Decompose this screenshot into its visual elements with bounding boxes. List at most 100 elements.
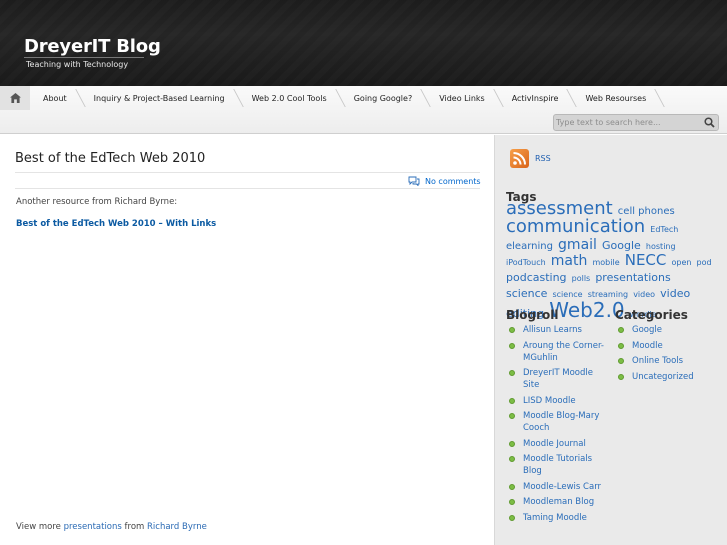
list-item[interactable]: Moodle-Lewis Carr bbox=[506, 481, 606, 493]
blogroll-heading: Blogroll bbox=[506, 308, 559, 322]
list-item[interactable]: Moodle Journal bbox=[506, 438, 606, 450]
list-item-label[interactable]: Taming Moodle bbox=[523, 512, 606, 524]
tag-link[interactable]: science bbox=[506, 287, 547, 300]
tag-link[interactable]: math bbox=[551, 253, 588, 269]
search-button[interactable] bbox=[702, 116, 716, 129]
nav-item-activinspire[interactable]: ActivInspire bbox=[499, 86, 573, 110]
author-link[interactable]: Richard Byrne bbox=[147, 522, 207, 532]
bullet-icon bbox=[509, 483, 515, 490]
tag-link[interactable]: video bbox=[633, 290, 655, 299]
tag-cloud: assessment cell phones communication EdT… bbox=[506, 200, 714, 322]
view-more-mid: from bbox=[121, 522, 148, 532]
nav-item-inquiry[interactable]: Inquiry & Project-Based Learning bbox=[81, 86, 239, 110]
bullet-icon bbox=[509, 342, 515, 349]
list-item[interactable]: Moodleman Blog bbox=[506, 496, 606, 508]
list-item-label[interactable]: Online Tools bbox=[632, 355, 715, 367]
site-header: DreyerIT Blog Teaching with Technology bbox=[0, 0, 727, 86]
tag-link[interactable]: polls bbox=[572, 274, 591, 283]
nav-item-about[interactable]: About bbox=[30, 86, 81, 110]
list-item[interactable]: DreyerIT Moodle Site bbox=[506, 367, 606, 391]
list-item-label[interactable]: Moodle Journal bbox=[523, 438, 606, 450]
tag-link[interactable]: NECC bbox=[625, 251, 667, 269]
search-icon bbox=[703, 117, 715, 128]
list-item-label[interactable]: Moodle Blog-Mary Cooch bbox=[523, 410, 606, 434]
nav-item-web20-tools[interactable]: Web 2.0 Cool Tools bbox=[239, 86, 341, 110]
bullet-icon bbox=[509, 440, 515, 447]
list-item[interactable]: Uncategorized bbox=[615, 371, 715, 383]
comment-bubble-icon bbox=[408, 176, 420, 186]
bullet-icon bbox=[509, 499, 515, 505]
bullet-icon bbox=[509, 370, 515, 376]
list-item-label[interactable]: Moodle bbox=[632, 340, 715, 352]
rss-icon bbox=[510, 149, 529, 168]
list-item[interactable]: Taming Moodle bbox=[506, 512, 606, 524]
bullet-icon bbox=[509, 327, 515, 333]
search-input[interactable] bbox=[556, 116, 698, 129]
list-item-label[interactable]: Google bbox=[632, 324, 715, 336]
list-item[interactable]: Moodle bbox=[615, 340, 715, 352]
post-divider bbox=[15, 172, 480, 173]
bullet-icon bbox=[509, 514, 515, 521]
list-item[interactable]: Moodle Tutorials Blog bbox=[506, 453, 606, 477]
search-box bbox=[553, 114, 719, 131]
title-divider bbox=[24, 57, 144, 58]
comments-label[interactable]: No comments bbox=[425, 177, 481, 186]
list-item-label[interactable]: Moodleman Blog bbox=[523, 496, 606, 508]
tag-link[interactable]: pod bbox=[697, 258, 712, 267]
home-icon bbox=[9, 93, 21, 103]
list-item-label[interactable]: Moodle Tutorials Blog bbox=[523, 453, 606, 477]
tag-link[interactable]: mobile bbox=[592, 258, 619, 267]
list-item[interactable]: Moodle Blog-Mary Cooch bbox=[506, 410, 606, 434]
blog-tagline: Teaching with Technology bbox=[26, 60, 129, 69]
rss-link[interactable]: RSS bbox=[510, 149, 551, 168]
tag-link[interactable]: Web2.0 bbox=[549, 298, 624, 322]
tag-link[interactable]: communication bbox=[506, 216, 645, 237]
bullet-icon bbox=[618, 327, 624, 333]
comments-link[interactable]: No comments bbox=[408, 176, 481, 186]
tag-link[interactable]: podcasting bbox=[506, 271, 567, 284]
list-item-label[interactable]: DreyerIT Moodle Site bbox=[523, 367, 606, 391]
list-item[interactable]: Aroung the Corner-MGuhlin bbox=[506, 340, 606, 364]
tag-link[interactable]: presentations bbox=[595, 271, 670, 284]
nav-item-going-google[interactable]: Going Google? bbox=[341, 86, 426, 110]
nav-item-home[interactable] bbox=[0, 86, 30, 110]
main-content: Best of the EdTech Web 2010 No comments … bbox=[0, 135, 494, 545]
tag-link[interactable]: open bbox=[671, 258, 691, 267]
list-item[interactable]: Google bbox=[615, 324, 715, 336]
list-item-label[interactable]: Moodle-Lewis Carr bbox=[523, 481, 606, 493]
post-intro: Another resource from Richard Byrne: bbox=[16, 197, 178, 207]
sidebar: RSS Tags assessment cell phones communic… bbox=[494, 135, 727, 545]
list-item[interactable]: LISD Moodle bbox=[506, 395, 606, 407]
nav-item-video-links[interactable]: Video Links bbox=[426, 86, 499, 110]
nav-menu: About Inquiry & Project-Based Learning W… bbox=[0, 86, 660, 110]
rss-label[interactable]: RSS bbox=[535, 154, 551, 163]
categories-heading: Categories bbox=[615, 308, 688, 322]
list-item-label[interactable]: Allisun Learns bbox=[523, 324, 606, 336]
presentations-link[interactable]: presentations bbox=[64, 522, 122, 532]
blog-title[interactable]: DreyerIT Blog bbox=[24, 36, 161, 57]
bullet-icon bbox=[618, 342, 624, 349]
bullet-icon bbox=[509, 456, 515, 462]
tag-link[interactable]: iPodTouch bbox=[506, 258, 546, 267]
categories-list: Google Moodle Online Tools Uncategorized bbox=[615, 324, 715, 386]
tag-link[interactable]: elearning bbox=[506, 241, 553, 252]
list-item[interactable]: Allisun Learns bbox=[506, 324, 606, 336]
post-resource-link[interactable]: Best of the EdTech Web 2010 – With Links bbox=[16, 219, 216, 229]
view-more-line: View more presentations from Richard Byr… bbox=[16, 522, 207, 532]
bullet-icon bbox=[618, 373, 624, 380]
view-more-prefix: View more bbox=[16, 522, 64, 532]
blogroll-list: Allisun Learns Aroung the Corner-MGuhlin D… bbox=[506, 324, 606, 527]
list-item-label[interactable]: LISD Moodle bbox=[523, 395, 606, 407]
post-meta-divider bbox=[15, 188, 480, 189]
post-title[interactable]: Best of the EdTech Web 2010 bbox=[15, 151, 205, 166]
list-item[interactable]: Online Tools bbox=[615, 355, 715, 367]
tag-link[interactable]: gmail bbox=[558, 237, 597, 253]
tag-link[interactable]: hosting bbox=[646, 242, 676, 251]
tag-link[interactable]: EdTech bbox=[650, 225, 678, 234]
list-item-label[interactable]: Aroung the Corner-MGuhlin bbox=[523, 340, 606, 364]
bullet-icon bbox=[509, 397, 515, 404]
bullet-icon bbox=[509, 413, 515, 419]
list-item-label[interactable]: Uncategorized bbox=[632, 371, 715, 383]
bullet-icon bbox=[618, 358, 624, 364]
nav-item-web-resources[interactable]: Web Resourses bbox=[572, 86, 660, 110]
